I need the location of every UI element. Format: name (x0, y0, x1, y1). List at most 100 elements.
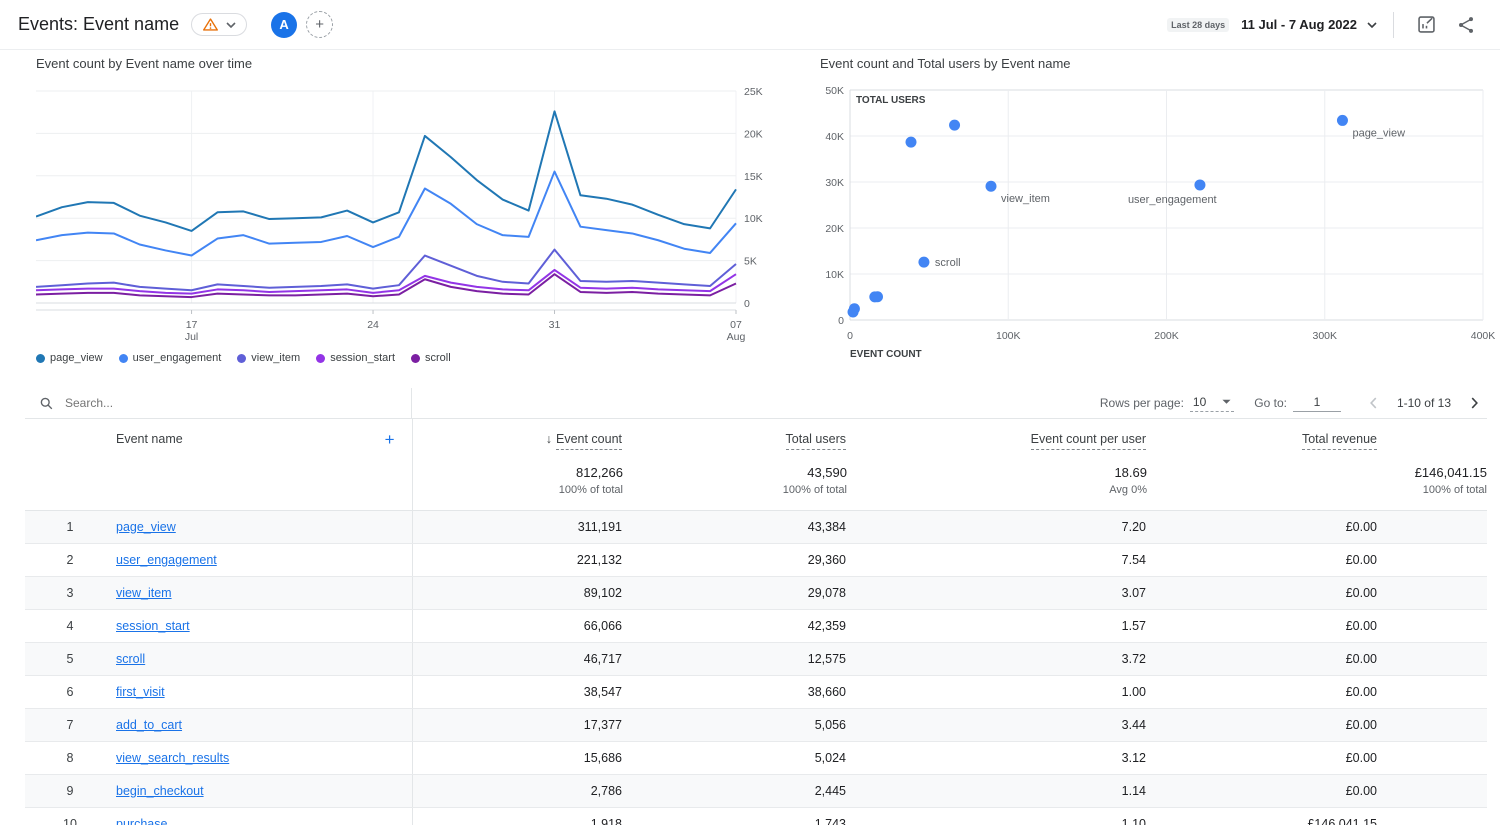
per-user-cell: 3.44 (847, 709, 1147, 742)
add-comparison-button[interactable]: + (306, 11, 333, 38)
scatter-point-view_search_results[interactable] (869, 291, 880, 302)
event-name-link[interactable]: view_item (116, 586, 172, 600)
header-divider (1393, 12, 1394, 38)
warning-icon (202, 17, 219, 32)
event-name-cell: view_search_results (115, 742, 412, 775)
event-name-link[interactable]: scroll (116, 652, 145, 666)
table-row: 6first_visit38,54738,6601.00£0.00 (25, 676, 1487, 709)
svg-text:30K: 30K (825, 177, 844, 189)
column-header-event-name[interactable]: Event name + (115, 419, 412, 459)
customize-report-button[interactable] (1410, 10, 1442, 40)
avatar-letter: A (279, 17, 288, 32)
event-name-link[interactable]: user_engagement (116, 553, 217, 567)
table-row: 4session_start66,06642,3591.57£0.00 (25, 610, 1487, 643)
legend-dot (119, 354, 128, 363)
svg-text:31: 31 (549, 319, 561, 331)
svg-text:200K: 200K (1154, 330, 1179, 342)
app-header: Events: Event name A + Last 28 days 11 J… (0, 0, 1500, 50)
totals-revenue: £146,041.15 100% of total (1147, 459, 1487, 511)
revenue-cell: £0.00 (1147, 577, 1487, 610)
legend-dot (411, 354, 420, 363)
scatter-point-purchase[interactable] (848, 306, 859, 317)
total-users-cell: 2,445 (623, 775, 847, 808)
chevron-down-icon (226, 22, 236, 28)
svg-text:07: 07 (730, 319, 742, 331)
table-row: 10purchase1,9181,7431.10£146,041.15 (25, 808, 1487, 825)
legend-label: view_item (251, 352, 300, 364)
search-input[interactable] (63, 395, 287, 411)
event-name-link[interactable]: page_view (116, 520, 176, 534)
goto-page-input[interactable] (1293, 394, 1341, 412)
table-row: 8view_search_results15,6865,0243.12£0.00 (25, 742, 1487, 775)
svg-text:0: 0 (838, 315, 844, 327)
scatter-point-first_visit[interactable] (906, 137, 917, 148)
legend-label: scroll (425, 352, 451, 364)
event-name-cell: first_visit (115, 676, 412, 709)
scatter-point-view_item[interactable] (986, 181, 997, 192)
total-users-cell: 29,078 (623, 577, 847, 610)
date-range-selector[interactable]: 11 Jul - 7 Aug 2022 (1241, 17, 1357, 32)
svg-text:100K: 100K (996, 330, 1021, 342)
svg-text:5K: 5K (744, 256, 757, 268)
per-user-cell: 7.20 (847, 511, 1147, 544)
chevron-right-icon (1466, 395, 1482, 411)
per-user-cell: 3.07 (847, 577, 1147, 610)
revenue-cell: £0.00 (1147, 742, 1487, 775)
share-button[interactable] (1450, 10, 1482, 40)
scatter-point-session_start[interactable] (949, 120, 960, 131)
row-index: 3 (25, 577, 115, 610)
event-count-cell: 15,686 (412, 742, 623, 775)
event-name-link[interactable]: begin_checkout (116, 784, 204, 798)
totals-total-users: 43,590 100% of total (623, 459, 847, 511)
table-header-row: Event name + ↓Event count Total users Ev… (25, 419, 1487, 459)
table-totals-row: 812,266 100% of total 43,590 100% of tot… (25, 459, 1487, 511)
sort-descending-icon: ↓ (546, 432, 552, 446)
prev-page-button[interactable] (1361, 390, 1387, 416)
event-name-link[interactable]: session_start (116, 619, 190, 633)
legend-item-session_start: session_start (316, 352, 395, 364)
rows-per-page-select[interactable]: 10 (1190, 395, 1234, 412)
scatter-label-view_item: view_item (1001, 193, 1050, 205)
scatter-point-page_view[interactable] (1337, 115, 1348, 126)
event-name-link[interactable]: purchase (116, 817, 167, 825)
total-users-cell: 5,024 (623, 742, 847, 775)
event-name-cell: session_start (115, 610, 412, 643)
line-series-view_item (36, 250, 736, 291)
events-table: Event name + ↓Event count Total users Ev… (25, 419, 1487, 825)
svg-text:50K: 50K (825, 85, 844, 97)
add-column-button[interactable]: + (385, 431, 395, 448)
column-header-total-users[interactable]: Total users (623, 419, 847, 459)
event-name-cell: user_engagement (115, 544, 412, 577)
column-header-total-revenue[interactable]: Total revenue (1147, 419, 1487, 459)
event-count-cell: 38,547 (412, 676, 623, 709)
scatter-label-page_view: page_view (1352, 127, 1405, 139)
event-count-cell: 66,066 (412, 610, 623, 643)
scatter-point-user_engagement[interactable] (1194, 179, 1205, 190)
legend-item-view_item: view_item (237, 352, 300, 364)
column-header-event-count-per-user[interactable]: Event count per user (847, 419, 1147, 459)
page-title: Events: Event name (18, 14, 179, 35)
line-series-user_engagement (36, 172, 736, 256)
legend-label: user_engagement (133, 352, 222, 364)
plus-icon: + (315, 16, 324, 33)
event-name-link[interactable]: add_to_cart (116, 718, 182, 732)
legend-dot (316, 354, 325, 363)
table-row: 9begin_checkout2,7862,4451.14£0.00 (25, 775, 1487, 808)
revenue-cell: £0.00 (1147, 511, 1487, 544)
report-warning-pill[interactable] (191, 13, 247, 36)
event-count-cell: 221,132 (412, 544, 623, 577)
event-count-cell: 17,377 (412, 709, 623, 742)
row-index: 10 (25, 808, 115, 825)
event-count-cell: 311,191 (412, 511, 623, 544)
avatar[interactable]: A (271, 12, 297, 38)
header-right-controls: Last 28 days 11 Jul - 7 Aug 2022 (1167, 10, 1482, 40)
event-count-cell: 46,717 (412, 643, 623, 676)
revenue-cell: £0.00 (1147, 643, 1487, 676)
scatter-point-scroll[interactable] (918, 257, 929, 268)
column-header-event-count[interactable]: ↓Event count (412, 419, 623, 459)
event-name-link[interactable]: view_search_results (116, 751, 229, 765)
event-name-link[interactable]: first_visit (116, 685, 165, 699)
page-root: Events: Event name A + Last 28 days 11 J… (0, 0, 1500, 825)
next-page-button[interactable] (1461, 390, 1487, 416)
legend-dot (237, 354, 246, 363)
